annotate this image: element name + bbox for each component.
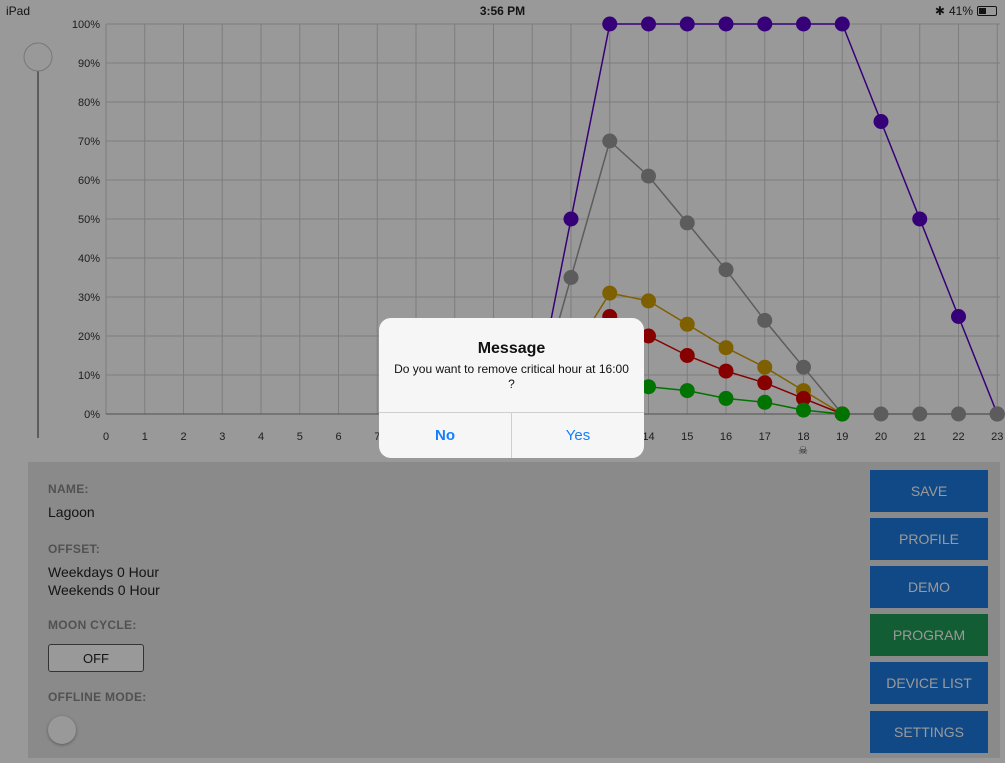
app-screen: iPad 3:56 PM ✱ 41% 0% 10% 20% 30% 40% 50% 60% 7… xyxy=(0,0,1005,763)
alert-no-button[interactable]: No xyxy=(379,413,511,458)
alert-message: Do you want to remove critical hour at 1… xyxy=(394,362,629,391)
alert-dialog: Message Do you want to remove critical h… xyxy=(379,318,644,458)
alert-title: Message xyxy=(477,340,546,357)
alert-yes-button[interactable]: Yes xyxy=(512,413,644,458)
